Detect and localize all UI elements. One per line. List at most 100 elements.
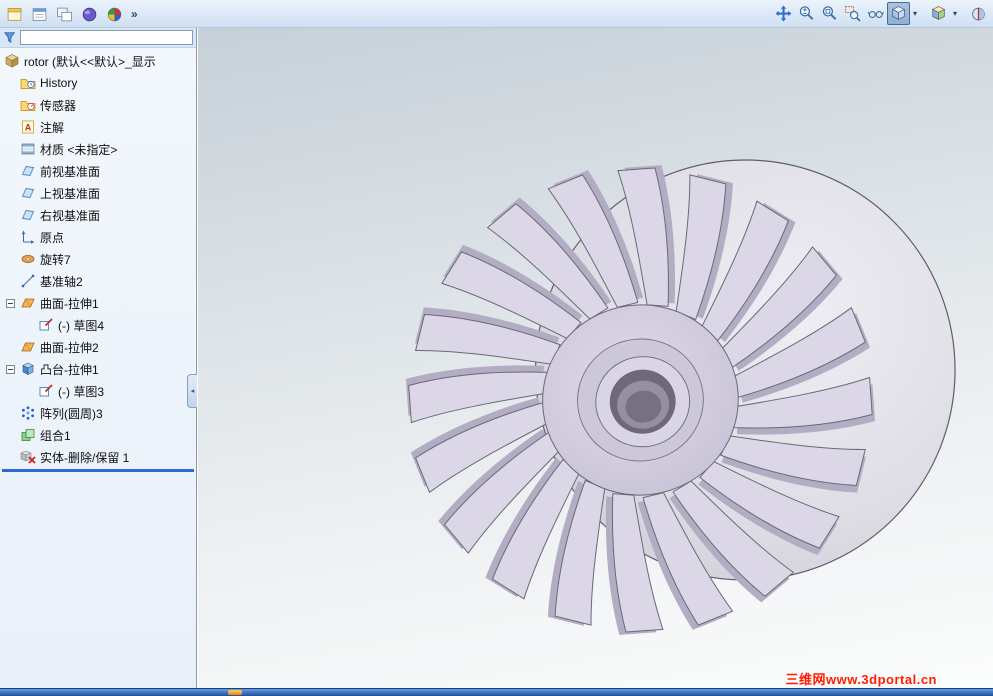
form-icon	[31, 6, 48, 23]
rotor-3d-model	[398, 157, 956, 643]
tree-item-label: 曲面-拉伸2	[40, 340, 99, 355]
tree-item-axis2[interactable]: 基准轴2	[0, 270, 196, 292]
tree-item-label: rotor (默认<<默认>_显示	[24, 54, 156, 69]
zoom-area-button[interactable]	[841, 2, 864, 25]
body-delete-icon	[20, 449, 36, 465]
taskbar-edge[interactable]	[0, 688, 993, 696]
tree-item-label: 实体-删除/保留 1	[40, 450, 130, 465]
plane-icon	[20, 163, 36, 179]
tree-item-label: (-) 草图3	[58, 384, 104, 399]
display-style-button[interactable]	[927, 2, 950, 25]
history-folder-icon	[20, 75, 36, 91]
pan-button[interactable]	[772, 2, 795, 25]
toolbar-overflow-chevron[interactable]: »	[127, 7, 142, 21]
axis-icon	[20, 273, 36, 289]
tree-item-label: History	[40, 76, 78, 90]
display-style-icon	[930, 5, 947, 22]
feature-manager-panel: rotor (默认<<默认>_显示 History 传感器 注解 材质 <未指定…	[0, 28, 197, 688]
tree-item-label: 右视基准面	[40, 208, 101, 223]
form-button[interactable]	[27, 2, 51, 26]
tree-item-label: 组合1	[40, 428, 71, 443]
surface-extrude-icon	[20, 295, 36, 311]
tree-item-history[interactable]: History	[0, 72, 196, 94]
surface-extrude-icon	[20, 339, 36, 355]
tree-item-label: 注解	[40, 120, 65, 135]
tree-item-label: 原点	[40, 230, 65, 245]
tree-item-annotations[interactable]: 注解	[0, 116, 196, 138]
tree-item-sensors[interactable]: 传感器	[0, 94, 196, 116]
view-orientation-dropdown[interactable]: ▾	[910, 2, 920, 25]
view-orientation-cube-icon	[890, 5, 907, 22]
watermark-text: 三维网www.3dportal.cn	[785, 672, 937, 687]
sphere-icon	[81, 6, 98, 23]
zoom-area-icon	[844, 5, 861, 22]
annotations-icon	[20, 119, 36, 135]
tree-item-label: 凸台-拉伸1	[40, 362, 99, 377]
tree-item-top-plane[interactable]: 上视基准面	[0, 182, 196, 204]
tree-item-label: 基准轴2	[40, 274, 83, 289]
rollback-bar[interactable]	[2, 469, 194, 472]
zoom-fit-icon	[821, 5, 838, 22]
taskbar-app-indicator[interactable]	[228, 690, 242, 695]
windows-button[interactable]	[52, 2, 76, 26]
tree-item-circular-pattern3[interactable]: 阵列(圆周)3	[0, 402, 196, 424]
plane-icon	[20, 207, 36, 223]
tree-filter-input[interactable]	[20, 30, 193, 45]
revolve-feature-icon	[20, 251, 36, 267]
tree-item-label: 材质 <未指定>	[40, 142, 118, 157]
tree-filter-row	[0, 28, 196, 48]
tree-item-label: 阵列(圆周)3	[40, 406, 103, 421]
previous-view-icon	[867, 5, 884, 22]
tree-item-body-delete-keep1[interactable]: 实体-删除/保留 1	[0, 446, 196, 468]
filter-funnel-icon	[3, 31, 17, 45]
tree-item-label: 曲面-拉伸1	[40, 296, 99, 311]
quick-access-toolbar: »	[2, 2, 142, 26]
tree-item-rotor[interactable]: rotor (默认<<默认>_显示	[0, 50, 196, 72]
combine-icon	[20, 427, 36, 443]
zoom-in-out-button[interactable]	[795, 2, 818, 25]
tree-item-surface-extrude2[interactable]: 曲面-拉伸2	[0, 336, 196, 358]
zoom-in-out-icon	[798, 5, 815, 22]
collapse-toggle[interactable]	[6, 298, 15, 308]
tree-item-origin[interactable]: 原点	[0, 226, 196, 248]
tree-item-right-plane[interactable]: 右视基准面	[0, 204, 196, 226]
resources-button[interactable]	[102, 2, 126, 26]
tree-item-sketch4[interactable]: (-) 草图4	[0, 314, 196, 336]
template-button[interactable]	[2, 2, 26, 26]
tree-item-sketch3[interactable]: (-) 草图3	[0, 380, 196, 402]
windows-icon	[56, 6, 73, 23]
origin-icon	[20, 229, 36, 245]
graphics-area[interactable]: 三维网www.3dportal.cn	[198, 28, 993, 688]
feature-tree: rotor (默认<<默认>_显示 History 传感器 注解 材质 <未指定…	[0, 48, 196, 472]
view-heads-up-toolbar: ▾ ▾	[772, 2, 990, 25]
tree-item-label: 上视基准面	[40, 186, 101, 201]
plane-icon	[20, 185, 36, 201]
tree-item-material[interactable]: 材质 <未指定>	[0, 138, 196, 160]
tree-item-boss-extrude1[interactable]: 凸台-拉伸1	[0, 358, 196, 380]
zoom-fit-button[interactable]	[818, 2, 841, 25]
panel-splitter-handle[interactable]: ◂	[187, 374, 197, 408]
resources-ball-icon	[106, 6, 123, 23]
previous-view-button[interactable]	[864, 2, 887, 25]
pan-icon	[775, 5, 792, 22]
circular-pattern-icon	[20, 405, 36, 421]
sketch-icon	[38, 317, 54, 333]
tree-item-surface-extrude1[interactable]: 曲面-拉伸1	[0, 292, 196, 314]
sensors-folder-icon	[20, 97, 36, 113]
tree-item-front-plane[interactable]: 前视基准面	[0, 160, 196, 182]
collapse-toggle[interactable]	[6, 364, 15, 374]
template-icon	[6, 6, 23, 23]
material-icon	[20, 141, 36, 157]
section-view-button[interactable]	[967, 2, 990, 25]
display-style-dropdown[interactable]: ▾	[950, 2, 960, 25]
sphere-button[interactable]	[77, 2, 101, 26]
tree-item-revolve7[interactable]: 旋转7	[0, 248, 196, 270]
tree-item-combine1[interactable]: 组合1	[0, 424, 196, 446]
section-view-icon	[970, 5, 987, 22]
tree-item-label: 传感器	[40, 98, 77, 113]
part-icon	[4, 53, 20, 69]
tree-item-label: 前视基准面	[40, 164, 101, 179]
view-orientation-button[interactable]	[887, 2, 910, 25]
solidworks-window: » ▾ ▾ rotor (默认<<默认>_显示 History 传感器 注解 材…	[0, 0, 993, 696]
tree-item-label: 旋转7	[40, 252, 71, 267]
